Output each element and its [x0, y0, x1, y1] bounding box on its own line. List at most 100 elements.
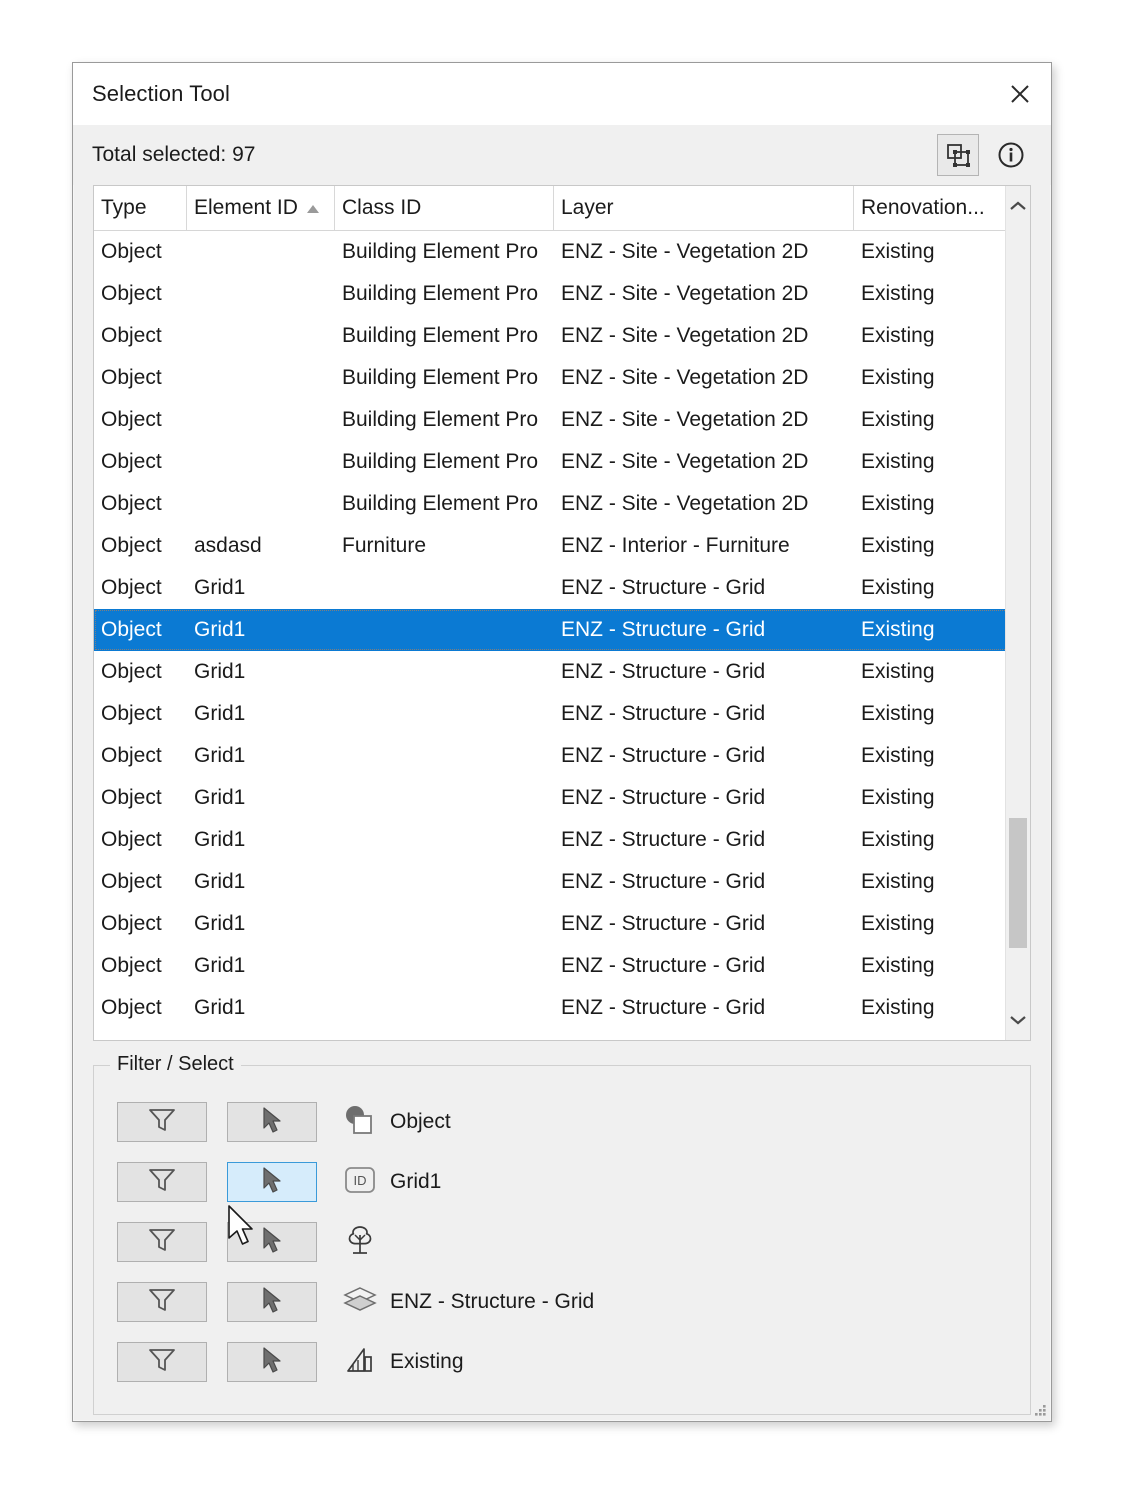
table-row[interactable]: ObjectBuilding Element ProENZ - Site - V…	[94, 357, 1030, 399]
column-header-class-id[interactable]: Class ID	[335, 186, 554, 230]
select-button-3[interactable]	[227, 1282, 317, 1322]
cell-layer: ENZ - Structure - Grid	[554, 576, 854, 600]
cell-renovation: Existing	[854, 492, 1014, 516]
cell-class_id: Building Element Pro	[335, 492, 554, 516]
table-row[interactable]: ObjectBuilding Element ProENZ - Site - V…	[94, 273, 1030, 315]
cell-layer: ENZ - Structure - Grid	[554, 954, 854, 978]
cell-renovation: Existing	[854, 954, 1014, 978]
window-titlebar: Selection Tool	[73, 63, 1051, 125]
filter-row-icon-wrap	[340, 1285, 380, 1320]
filter-button-3[interactable]	[117, 1282, 207, 1322]
selection-marquee-button[interactable]	[937, 134, 979, 176]
table-row[interactable]: ObjectGrid1ENZ - Structure - GridExistin…	[94, 693, 1030, 735]
info-button[interactable]	[991, 135, 1031, 175]
cell-layer: ENZ - Structure - Grid	[554, 618, 854, 642]
table-row[interactable]: ObjectGrid1ENZ - Structure - GridExistin…	[94, 651, 1030, 693]
scroll-down-button[interactable]	[1006, 1006, 1030, 1034]
filter-button-4[interactable]	[117, 1342, 207, 1382]
select-button-4[interactable]	[227, 1342, 317, 1382]
cell-renovation: Existing	[854, 282, 1014, 306]
arrow-pointer-icon	[260, 1166, 284, 1199]
tree-vegetation-icon	[343, 1223, 377, 1262]
table-row[interactable]: ObjectGrid1ENZ - Structure - GridExistin…	[94, 735, 1030, 777]
cell-layer: ENZ - Structure - Grid	[554, 870, 854, 894]
filter-select-group: Filter / Select ObjectIDGrid1ENZ - Struc…	[93, 1065, 1031, 1415]
filter-row-label: Grid1	[390, 1170, 441, 1194]
cell-renovation: Existing	[854, 702, 1014, 726]
filter-button-1[interactable]	[117, 1162, 207, 1202]
table-row[interactable]: ObjectGrid1ENZ - Structure - GridExistin…	[94, 903, 1030, 945]
column-header-renovation[interactable]: Renovation...	[854, 186, 1014, 230]
table-row[interactable]: ObjectBuilding Element ProENZ - Site - V…	[94, 315, 1030, 357]
table-row[interactable]: ObjectGrid1ENZ - Structure - GridExistin…	[94, 945, 1030, 987]
arrow-pointer-icon	[260, 1226, 284, 1259]
cell-type: Object	[94, 996, 187, 1020]
filter-button-0[interactable]	[117, 1102, 207, 1142]
select-button-2[interactable]	[227, 1222, 317, 1262]
filter-select-row: Existing	[94, 1332, 1030, 1392]
scroll-up-button[interactable]	[1006, 192, 1030, 220]
filter-row-label: Object	[390, 1110, 451, 1134]
cell-element_id: Grid1	[187, 870, 335, 894]
cell-type: Object	[94, 576, 187, 600]
table-row[interactable]: ObjectGrid1ENZ - Structure - GridExistin…	[94, 609, 1030, 651]
cell-renovation: Existing	[854, 450, 1014, 474]
cell-type: Object	[94, 240, 187, 264]
table-row[interactable]: Object Building Element ProENZ - Site - V…	[94, 483, 1030, 525]
cell-layer: ENZ - Site - Vegetation 2D	[554, 282, 854, 306]
cell-layer: ENZ - Structure - Grid	[554, 660, 854, 684]
table-row[interactable]: ObjectGrid1ENZ - Structure - GridExistin…	[94, 861, 1030, 903]
arrow-pointer-icon	[260, 1346, 284, 1379]
funnel-filter-icon	[147, 1287, 177, 1318]
cell-class_id: Building Element Pro	[335, 282, 554, 306]
table-row[interactable]: ObjectasdasdFurnitureENZ - Interior - Fu…	[94, 525, 1030, 567]
cell-class_id: Building Element Pro	[335, 450, 554, 474]
select-button-0[interactable]	[227, 1102, 317, 1142]
scrollbar-thumb[interactable]	[1009, 818, 1027, 948]
table-vertical-scrollbar[interactable]	[1005, 186, 1030, 1040]
filter-select-row: ENZ - Structure - Grid	[94, 1272, 1030, 1332]
close-button[interactable]	[989, 63, 1051, 125]
select-button-1[interactable]	[227, 1162, 317, 1202]
table-row[interactable]: ObjectBuilding Element ProENZ - Site - V…	[94, 231, 1030, 273]
cell-class_id: Building Element Pro	[335, 240, 554, 264]
column-header-class-id-label: Class ID	[342, 196, 421, 220]
table-row[interactable]: ObjectBuilding Element ProENZ - Site - V…	[94, 441, 1030, 483]
cell-renovation: Existing	[854, 366, 1014, 390]
cell-element_id: Grid1	[187, 786, 335, 810]
cell-renovation: Existing	[854, 240, 1014, 264]
filter-row-label: Existing	[390, 1350, 464, 1374]
cell-type: Object	[94, 492, 187, 516]
column-header-layer[interactable]: Layer	[554, 186, 854, 230]
cell-layer: ENZ - Site - Vegetation 2D	[554, 408, 854, 432]
cell-type: Object	[94, 702, 187, 726]
filter-row-icon-wrap: ID	[340, 1165, 380, 1200]
cell-layer: ENZ - Structure - Grid	[554, 828, 854, 852]
info-circle-icon	[996, 140, 1026, 170]
cell-type: Object	[94, 912, 187, 936]
cell-renovation: Existing	[854, 786, 1014, 810]
column-header-layer-label: Layer	[561, 196, 614, 220]
cell-element_id: Grid1	[187, 912, 335, 936]
close-icon	[1007, 81, 1033, 107]
cell-type: Object	[94, 660, 187, 684]
cell-type: Object	[94, 450, 187, 474]
column-header-type[interactable]: Type	[94, 186, 187, 230]
cell-layer: ENZ - Site - Vegetation 2D	[554, 492, 854, 516]
object-element-icon	[343, 1104, 377, 1141]
table-row[interactable]: ObjectBuilding Element ProENZ - Site - V…	[94, 399, 1030, 441]
cell-renovation: Existing	[854, 870, 1014, 894]
column-header-element-id-label: Element ID	[194, 196, 298, 220]
table-row[interactable]: ObjectGrid1ENZ - Structure - GridExistin…	[94, 777, 1030, 819]
cell-layer: ENZ - Structure - Grid	[554, 744, 854, 768]
table-row[interactable]: ObjectGrid1ENZ - Structure - GridExistin…	[94, 819, 1030, 861]
resize-grip-icon[interactable]	[1033, 1403, 1047, 1417]
table-row[interactable]: ObjectGrid1ENZ - Structure - GridExistin…	[94, 567, 1030, 609]
cell-type: Object	[94, 366, 187, 390]
filter-button-2[interactable]	[117, 1222, 207, 1262]
table-row[interactable]: ObjectGrid1ENZ - Structure - GridExistin…	[94, 987, 1030, 1029]
column-header-element-id[interactable]: Element ID	[187, 186, 335, 230]
cell-type: Object	[94, 408, 187, 432]
cell-element_id: Grid1	[187, 576, 335, 600]
cell-element_id: Grid1	[187, 660, 335, 684]
